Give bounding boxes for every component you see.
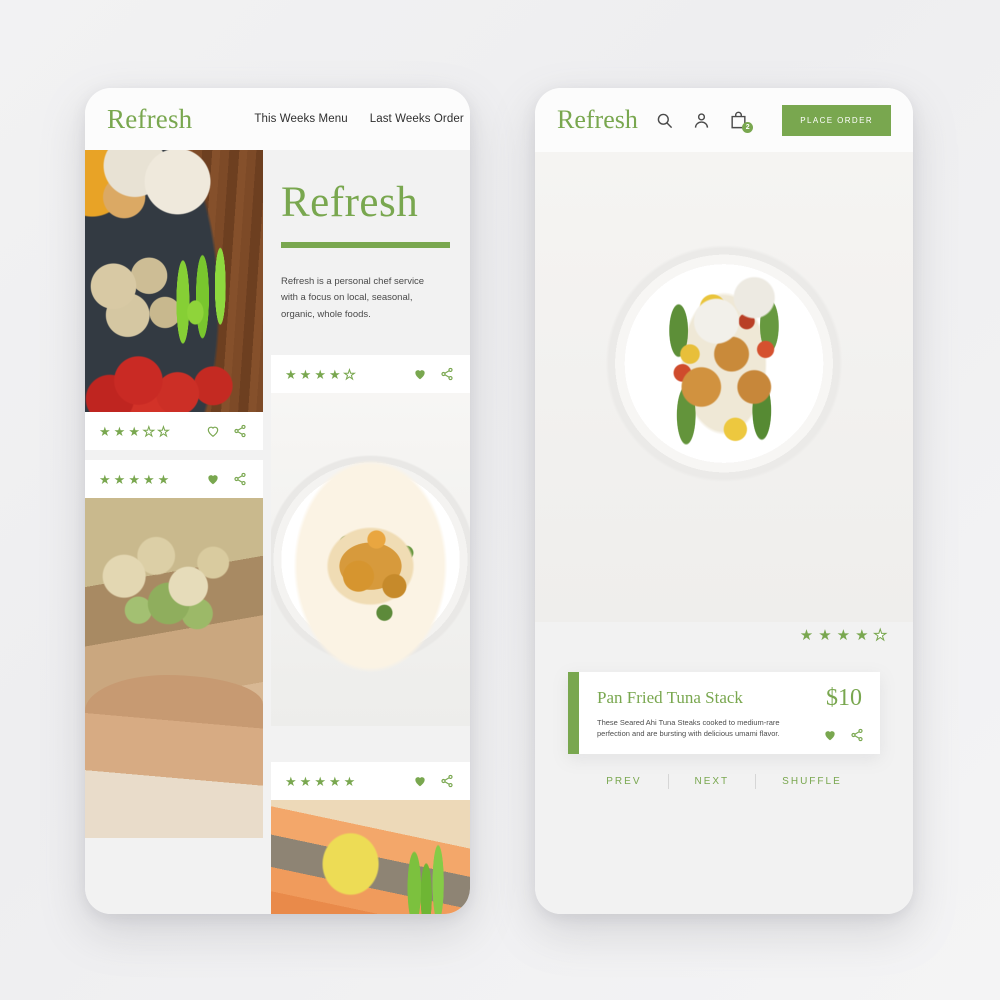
left-content: ★ ★ ★ ★ ★ ★ ★ ★ ★ ★ Refresh Refresh is a… [85, 150, 470, 914]
pager-shuffle-button[interactable]: SHUFFLE [756, 776, 868, 787]
brand-logo-left[interactable]: Refresh [107, 104, 192, 135]
star-icon: ★ [99, 471, 111, 487]
heart-filled-icon[interactable] [413, 367, 427, 381]
menu-card[interactable]: ★ ★ ★ ★ ★ [85, 460, 263, 838]
star-icon: ★ [142, 471, 155, 487]
star-icon: ★ [299, 366, 312, 382]
heart-filled-icon[interactable] [206, 472, 220, 486]
right-content: ★ ★ ★ ★ ★ Pan Fried Tuna Stack $10 These… [535, 152, 913, 914]
star-icon: ★ [128, 423, 140, 439]
left-phone-mockup: Refresh This Weeks Menu Last Weeks Order… [85, 88, 470, 914]
header-icon-group: 2 PLACE ORDER [655, 104, 891, 136]
dish-card-body: Pan Fried Tuna Stack $10 These Seared Ah… [579, 672, 880, 754]
intro-block: Refresh Refresh is a personal chef servi… [271, 150, 470, 323]
dish-actions [823, 728, 864, 742]
dish-title: Pan Fried Tuna Stack [597, 688, 743, 707]
page-title: Refresh [281, 179, 419, 226]
card-meta-bar: ★ ★ ★ ★ ★ [85, 412, 263, 450]
nav-item-last-weeks-order[interactable]: Last Weeks Order [370, 113, 464, 125]
star-empty-icon: ★ [343, 366, 356, 382]
card-meta-bar: ★ ★ ★ ★ ★ [85, 460, 263, 498]
heart-filled-icon[interactable] [823, 728, 837, 742]
hero-rating-stars: ★ ★ ★ ★ ★ [799, 627, 888, 644]
rating-stars: ★ ★ ★ ★ ★ [99, 473, 169, 486]
search-icon[interactable] [655, 111, 674, 130]
heart-outline-icon[interactable] [206, 424, 220, 438]
dish-pager: PREV NEXT SHUFFLE [535, 774, 913, 789]
menu-card[interactable]: ★ ★ ★ ★ ★ [271, 762, 470, 914]
pager-next-button[interactable]: NEXT [669, 776, 756, 787]
star-icon: ★ [157, 471, 170, 487]
left-header: Refresh This Weeks Menu Last Weeks Order [85, 88, 470, 150]
vegetable-platter-photo [85, 150, 263, 412]
brand-logo-right[interactable]: Refresh [557, 105, 638, 135]
left-nav: This Weeks Menu Last Weeks Order [254, 113, 463, 125]
star-icon: ★ [314, 366, 326, 382]
star-icon: ★ [836, 627, 851, 644]
star-icon: ★ [113, 423, 126, 439]
card-actions [413, 367, 454, 381]
star-icon: ★ [328, 773, 341, 789]
heart-filled-icon[interactable] [413, 774, 427, 788]
share-icon[interactable] [440, 367, 454, 381]
star-icon: ★ [113, 471, 126, 487]
card-meta-bar: ★ ★ ★ ★ ★ [271, 762, 470, 801]
rating-stars: ★ ★ ★ ★ ★ [99, 423, 170, 439]
star-empty-icon: ★ [142, 423, 155, 439]
left-column-a: ★ ★ ★ ★ ★ ★ ★ ★ ★ ★ [85, 150, 263, 914]
star-icon: ★ [128, 471, 140, 487]
star-icon: ★ [285, 773, 297, 789]
pan-fried-tuna-stack-photo [535, 152, 913, 622]
left-column-b: Refresh Refresh is a personal chef servi… [263, 150, 470, 914]
star-icon: ★ [328, 366, 341, 382]
star-icon: ★ [343, 773, 356, 789]
title-underline [281, 242, 450, 249]
share-icon[interactable] [850, 728, 864, 742]
rating-stars: ★ ★ ★ ★ ★ [285, 775, 355, 788]
card-meta-bar: ★ ★ ★ ★ ★ [271, 355, 470, 394]
dish-detail-card[interactable]: Pan Fried Tuna Stack $10 These Seared Ah… [568, 672, 880, 754]
star-icon: ★ [299, 773, 312, 789]
nav-item-this-weeks-menu[interactable]: This Weeks Menu [254, 113, 347, 125]
dish-price: $10 [826, 685, 862, 711]
star-icon: ★ [285, 366, 297, 382]
menu-card[interactable]: ★ ★ ★ ★ ★ [85, 150, 263, 450]
right-header: Refresh 2 PLACE ORDER [535, 88, 913, 152]
user-account-icon[interactable] [692, 111, 711, 130]
star-empty-icon: ★ [873, 627, 887, 644]
star-empty-icon: ★ [157, 423, 170, 439]
star-icon: ★ [818, 627, 832, 644]
avocado-toast-photo [85, 498, 263, 838]
card-actions [413, 774, 454, 788]
star-icon: ★ [799, 627, 814, 644]
intro-description: Refresh is a personal chef service with … [281, 276, 425, 320]
dish-header-row: Pan Fried Tuna Stack $10 [597, 685, 862, 711]
menu-card[interactable]: ★ ★ ★ ★ ★ [271, 355, 470, 727]
rating-stars: ★ ★ ★ ★ ★ [285, 366, 356, 382]
cart-count-badge: 2 [742, 121, 754, 133]
shopping-bag-icon[interactable]: 2 [729, 111, 754, 133]
star-icon: ★ [855, 627, 869, 644]
place-order-button[interactable]: PLACE ORDER [782, 104, 891, 136]
share-icon[interactable] [233, 424, 247, 438]
pager-prev-button[interactable]: PREV [580, 776, 667, 787]
share-icon[interactable] [440, 774, 454, 788]
star-icon: ★ [99, 423, 111, 439]
card-actions [206, 472, 247, 486]
dish-description: These Seared Ahi Tuna Steaks cooked to m… [597, 717, 780, 739]
share-icon[interactable] [233, 472, 247, 486]
accent-bar [568, 672, 579, 754]
salmon-fillet-photo [271, 800, 470, 914]
right-phone-mockup: Refresh 2 PLACE ORDER ★ ★ ★ ★ ★ Pan Frie… [535, 88, 913, 914]
card-actions [206, 424, 247, 438]
star-icon: ★ [314, 773, 326, 789]
plated-chicken-photo [271, 393, 470, 727]
